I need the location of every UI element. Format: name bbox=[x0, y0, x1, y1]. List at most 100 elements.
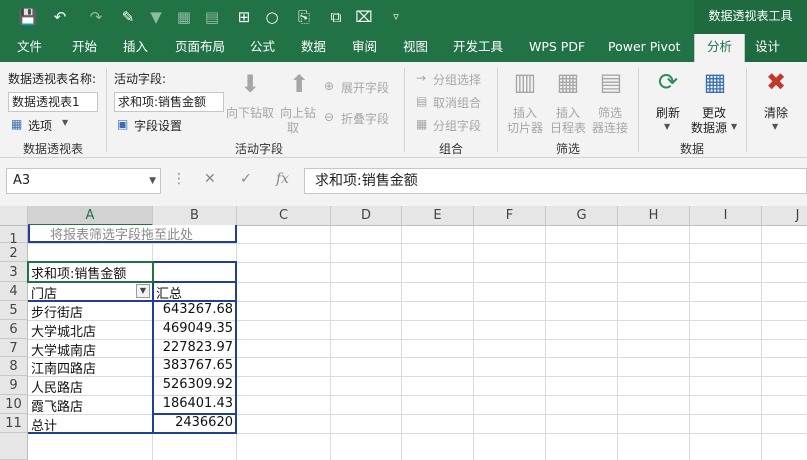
title-bar: 💾 ↶ ↷ ✎ ▼ ▦ ▤ ⊞ ○ ⎘ ⧉ ⌧ ▿ 数据透视表工具 bbox=[0, 0, 807, 34]
tab-file[interactable]: 文件 bbox=[17, 34, 42, 62]
drill-down-button[interactable]: 向下钻取 bbox=[226, 104, 274, 121]
tab-home[interactable]: 开始 bbox=[72, 34, 97, 62]
drill-up-button-line2: 取 bbox=[287, 121, 300, 135]
undo-icon[interactable]: ↶ bbox=[50, 7, 70, 27]
group-field-button[interactable]: 分组字段 bbox=[433, 117, 481, 134]
column-header-c[interactable]: C bbox=[237, 206, 331, 226]
collapse-field-button[interactable]: 折叠字段 bbox=[341, 110, 389, 127]
row-header-8[interactable]: 8 bbox=[0, 357, 28, 376]
ribbon-separator bbox=[638, 68, 639, 152]
redo-icon[interactable]: ↷ bbox=[86, 7, 106, 27]
formula-input[interactable]: 求和项:销售金额 bbox=[304, 168, 807, 194]
pivot-row-store[interactable]: 人民路店 bbox=[31, 377, 83, 396]
tab-analyze[interactable]: 分析 bbox=[694, 34, 746, 62]
tab-design[interactable]: 设计 bbox=[745, 34, 807, 62]
clear-button[interactable]: 清除 bbox=[764, 104, 788, 121]
pivot-row-amount[interactable]: 526309.92 bbox=[153, 377, 235, 392]
row-header-7[interactable]: 7 bbox=[0, 339, 28, 357]
column-header-g[interactable]: G bbox=[546, 206, 618, 226]
pivot-row-store[interactable]: 大学城北店 bbox=[31, 321, 96, 340]
ungroup-button[interactable]: 取消组合 bbox=[433, 94, 481, 111]
ribbon-separator bbox=[404, 68, 405, 152]
row-header-9[interactable]: 9 bbox=[0, 376, 28, 395]
tab-power-pivot[interactable]: Power Pivot bbox=[608, 34, 680, 62]
collapse-icon: ⊖ bbox=[324, 110, 335, 124]
insert-timeline-button-line2: 日程表 bbox=[550, 121, 587, 135]
tab-review[interactable]: 审阅 bbox=[352, 34, 377, 62]
pivot-row-store[interactable]: 霞飞路店 bbox=[31, 396, 83, 415]
slicer-icon: ▥ bbox=[513, 68, 537, 96]
pivot-row-amount[interactable]: 186401.43 bbox=[153, 396, 235, 411]
row-header-5[interactable]: 5 bbox=[0, 301, 28, 320]
tab-developer[interactable]: 开发工具 bbox=[453, 34, 503, 62]
group-selection-button[interactable]: 分组选择 bbox=[433, 71, 481, 88]
copy-icon[interactable]: ⧉ bbox=[326, 7, 346, 27]
tab-wps-pdf[interactable]: WPS PDF bbox=[529, 34, 585, 62]
column-header-d[interactable]: D bbox=[331, 206, 402, 226]
text-icon[interactable]: ⎘ bbox=[294, 7, 314, 27]
column-header-j[interactable]: J bbox=[762, 206, 807, 226]
active-field-input[interactable]: 求和项:销售金额 bbox=[114, 92, 224, 112]
pivot-row-amount[interactable]: 383767.65 bbox=[153, 358, 235, 373]
active-field-label: 活动字段: bbox=[114, 72, 167, 86]
column-header-e[interactable]: E bbox=[402, 206, 474, 226]
row-header-12[interactable] bbox=[0, 433, 28, 460]
row-header-6[interactable]: 6 bbox=[0, 320, 28, 339]
insert-function-icon[interactable]: fx bbox=[276, 171, 289, 187]
column-header-i[interactable]: I bbox=[690, 206, 762, 226]
pivot-name-input[interactable]: 数据透视表1 bbox=[8, 92, 98, 112]
column-header-b[interactable]: B bbox=[153, 206, 237, 226]
pivot-value-header[interactable]: 求和项:销售金额 bbox=[31, 263, 126, 282]
filter-icon[interactable]: ▼ bbox=[146, 7, 166, 27]
pivot-grand-total-value[interactable]: 2436620 bbox=[153, 415, 235, 430]
eraser-icon[interactable]: ✎ bbox=[118, 7, 138, 27]
column-header-a[interactable]: A bbox=[28, 206, 153, 226]
row-header-10[interactable]: 10 bbox=[0, 395, 28, 414]
refresh-icon: ⟳ bbox=[657, 68, 679, 96]
save-icon[interactable]: 💾 bbox=[18, 7, 38, 27]
chevron-down-icon[interactable]: ▼ bbox=[149, 169, 156, 193]
pivot-row-amount[interactable]: 469049.35 bbox=[153, 321, 235, 336]
refresh-button[interactable]: 刷新 bbox=[656, 104, 680, 121]
enter-icon[interactable]: ✓ bbox=[240, 171, 252, 187]
ribbon: 数据透视表名称: 数据透视表1 ▦ 选项 ▼ 数据透视表 活动字段: 求和项:销… bbox=[0, 62, 807, 158]
pivot-row-label-header[interactable]: 门店 bbox=[31, 283, 57, 302]
clear-icon[interactable]: ⌧ bbox=[354, 7, 374, 27]
pivot-icon[interactable]: ▦ bbox=[174, 7, 194, 27]
tab-view[interactable]: 视图 bbox=[403, 34, 428, 62]
pivot-row-store[interactable]: 大学城南店 bbox=[31, 340, 96, 359]
table-icon[interactable]: ▤ bbox=[202, 7, 222, 27]
tab-data[interactable]: 数据 bbox=[301, 34, 326, 62]
column-header-h[interactable]: H bbox=[618, 206, 690, 226]
expand-icon: ⊕ bbox=[324, 79, 335, 93]
cancel-icon[interactable]: ✕ bbox=[204, 171, 216, 187]
column-header-f[interactable]: F bbox=[474, 206, 546, 226]
expand-field-button[interactable]: 展开字段 bbox=[341, 79, 389, 96]
more-icon[interactable]: ▿ bbox=[386, 7, 406, 27]
options-button[interactable]: 选项 bbox=[28, 117, 52, 134]
change-source-icon: ▦ bbox=[703, 68, 727, 96]
pivot-row-store[interactable]: 江南四路店 bbox=[31, 358, 96, 377]
circle-icon[interactable]: ○ bbox=[262, 7, 282, 27]
pivot-column-header[interactable]: 汇总 bbox=[156, 283, 182, 302]
row-label-filter-button[interactable]: ▼ bbox=[136, 284, 150, 298]
row-header-11[interactable]: 11 bbox=[0, 414, 28, 433]
row-header-4[interactable]: 4 bbox=[0, 282, 28, 301]
pivot-row-amount[interactable]: 643267.68 bbox=[153, 302, 235, 317]
format-icon[interactable]: ⊞ bbox=[234, 7, 254, 27]
options-icon: ▦ bbox=[11, 117, 23, 131]
tab-page-layout[interactable]: 页面布局 bbox=[175, 34, 225, 62]
name-box-value: A3 bbox=[13, 173, 31, 188]
pivot-row-amount[interactable]: 227823.97 bbox=[153, 340, 235, 355]
row-header-1[interactable]: 1 bbox=[0, 226, 28, 247]
tab-insert[interactable]: 插入 bbox=[123, 34, 148, 62]
pivot-row-store[interactable]: 步行街店 bbox=[31, 302, 83, 321]
name-box[interactable]: A3 ▼ bbox=[6, 168, 161, 194]
pivot-grand-total-label[interactable]: 总计 bbox=[31, 415, 57, 434]
row-header-2[interactable]: 2 bbox=[0, 243, 28, 262]
row-header-3[interactable]: 3 bbox=[0, 262, 28, 282]
report-filter-hint: 将报表筛选字段拖至此处 bbox=[50, 228, 194, 243]
field-settings-button[interactable]: 字段设置 bbox=[134, 117, 182, 134]
select-all-corner[interactable] bbox=[0, 206, 28, 226]
tab-formulas[interactable]: 公式 bbox=[250, 34, 275, 62]
